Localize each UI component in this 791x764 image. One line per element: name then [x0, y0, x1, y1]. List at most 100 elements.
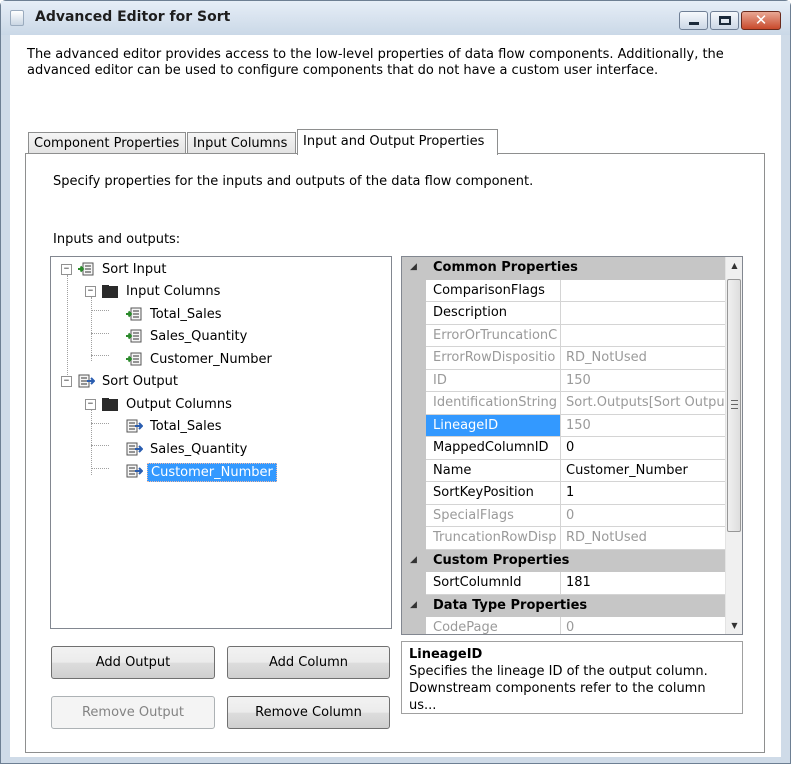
property-row[interactable]: SortColumnId 181 — [402, 572, 725, 595]
property-row[interactable]: Description — [402, 302, 725, 325]
advanced-editor-window: Advanced Editor for Sort ✕ The advanced … — [0, 0, 791, 764]
remove-column-button[interactable]: Remove Column — [227, 696, 390, 729]
tree-node-label: Total_Sales — [150, 307, 222, 322]
property-name: ComparisonFlags — [426, 279, 561, 302]
property-value: Sort.Outputs[Sort Outpu — [561, 392, 725, 415]
property-name: MappedColumnID — [426, 437, 561, 460]
tab-input-output-properties[interactable]: Input and Output Properties — [297, 129, 498, 155]
property-value[interactable]: Customer_Number — [561, 460, 725, 482]
property-row[interactable]: ErrorOrTruncationC — [402, 324, 725, 347]
property-value: 150 — [561, 415, 725, 437]
input-icon — [77, 261, 95, 278]
minimize-icon — [689, 22, 699, 25]
property-value[interactable] — [561, 280, 725, 302]
scrollbar-thumb[interactable] — [727, 279, 741, 532]
property-value: RD_NotUsed — [561, 527, 725, 550]
tree-node-label: Sales_Quantity — [150, 329, 248, 344]
tab-component-properties[interactable]: Component Properties — [28, 132, 186, 154]
property-row[interactable]: TruncationRowDisp RD_NotUsed — [402, 527, 725, 550]
property-value: 150 — [561, 370, 725, 392]
property-name: ErrorRowDispositio — [426, 347, 561, 370]
property-value: RD_NotUsed — [561, 347, 725, 370]
category-custom-properties[interactable]: ◢ Custom Properties — [402, 549, 725, 572]
minimize-button[interactable] — [679, 11, 708, 30]
property-name: Description — [426, 302, 561, 325]
category-data-type-properties[interactable]: ◢ Data Type Properties — [402, 594, 725, 617]
property-value[interactable]: 181 — [561, 572, 725, 595]
input-column-icon — [125, 306, 143, 323]
add-column-button[interactable]: Add Column — [227, 646, 390, 679]
property-row[interactable]: IdentificationString Sort.Outputs[Sort O… — [402, 392, 725, 415]
category-label: Data Type Properties — [433, 597, 588, 613]
collapse-toggle[interactable]: − — [85, 286, 96, 297]
property-name: SpecialFlags — [426, 504, 561, 527]
property-row[interactable]: Name Customer_Number — [402, 459, 725, 482]
collapse-toggle[interactable]: − — [85, 399, 96, 410]
property-grid[interactable]: ◢ Common Properties ComparisonFlags Desc… — [401, 256, 743, 635]
property-value — [561, 325, 725, 347]
property-row[interactable]: SpecialFlags 0 — [402, 504, 725, 527]
property-row-selected[interactable]: LineageID 150 — [402, 414, 725, 437]
tree-node-label: Customer_Number — [150, 352, 272, 367]
category-common-properties[interactable]: ◢ Common Properties — [402, 257, 725, 280]
scroll-down-icon[interactable]: ▼ — [726, 617, 742, 634]
collapse-toggle[interactable]: − — [61, 376, 72, 387]
property-name: SortColumnId — [426, 572, 561, 595]
title-bar[interactable]: Advanced Editor for Sort ✕ — [1, 1, 790, 35]
folder-icon — [101, 396, 119, 413]
tree-node-label: Total_Sales — [150, 419, 222, 434]
help-title: LineageID — [409, 647, 483, 662]
property-name: ID — [426, 369, 561, 392]
category-label: Common Properties — [433, 260, 578, 275]
input-column-icon — [125, 328, 143, 345]
tree-node-label: Input Columns — [126, 284, 221, 299]
tree-node-label: Sales_Quantity — [150, 442, 248, 457]
tab-input-columns[interactable]: Input Columns — [187, 132, 296, 154]
property-row[interactable]: CodePage 0 — [402, 617, 725, 634]
panel-description: Specify properties for the inputs and ou… — [53, 174, 534, 189]
help-text: Specifies the lineage ID of the output c… — [409, 664, 708, 713]
property-row[interactable]: ErrorRowDispositio RD_NotUsed — [402, 347, 725, 370]
tree-node-label: Sort Output — [102, 374, 178, 389]
maximize-icon — [719, 16, 731, 25]
close-icon: ✕ — [754, 11, 768, 29]
property-value[interactable] — [561, 302, 725, 325]
app-icon — [10, 10, 24, 26]
property-grid-scrollbar[interactable]: ▲ ▼ — [725, 257, 742, 634]
category-label: Custom Properties — [433, 552, 570, 568]
scroll-up-icon[interactable]: ▲ — [726, 257, 742, 274]
tree-node-label: Customer_Number — [147, 463, 277, 482]
property-name: LineageID — [426, 414, 561, 437]
tree-node-label: Output Columns — [126, 397, 232, 412]
collapse-triangle-icon[interactable]: ◢ — [410, 262, 417, 272]
property-row[interactable]: ID 150 — [402, 369, 725, 392]
maximize-button[interactable] — [710, 11, 739, 30]
output-icon — [77, 373, 96, 390]
property-row[interactable]: SortKeyPosition 1 — [402, 482, 725, 505]
remove-output-button[interactable]: Remove Output — [51, 696, 215, 729]
inputs-outputs-label: Inputs and outputs: — [53, 232, 181, 247]
window-title: Advanced Editor for Sort — [35, 9, 231, 25]
property-help-pane: LineageID Specifies the lineage ID of th… — [401, 641, 743, 714]
dialog-body: The advanced editor provides access to t… — [10, 35, 781, 757]
tree-node-label: Sort Input — [102, 262, 167, 277]
output-column-icon — [125, 418, 144, 435]
property-name: CodePage — [426, 617, 561, 634]
property-value[interactable]: 0 — [561, 437, 725, 460]
collapse-triangle-icon[interactable]: ◢ — [410, 555, 417, 565]
editor-description: The advanced editor provides access to t… — [27, 47, 724, 78]
property-name: ErrorOrTruncationC — [426, 324, 561, 347]
property-value: 0 — [561, 505, 725, 527]
property-value[interactable]: 1 — [561, 482, 725, 505]
property-value: 0 — [561, 617, 725, 634]
property-name: SortKeyPosition — [426, 482, 561, 505]
close-button[interactable]: ✕ — [741, 11, 781, 30]
property-row[interactable]: ComparisonFlags — [402, 279, 725, 302]
collapse-triangle-icon[interactable]: ◢ — [410, 600, 417, 610]
inputs-outputs-tree[interactable]: − Sort Input − Input Columns Total_Sales… — [50, 256, 392, 629]
property-row[interactable]: MappedColumnID 0 — [402, 437, 725, 460]
property-name: Name — [426, 459, 561, 482]
add-output-button[interactable]: Add Output — [51, 646, 215, 679]
collapse-toggle[interactable]: − — [61, 264, 72, 275]
grip-icon — [731, 400, 738, 409]
